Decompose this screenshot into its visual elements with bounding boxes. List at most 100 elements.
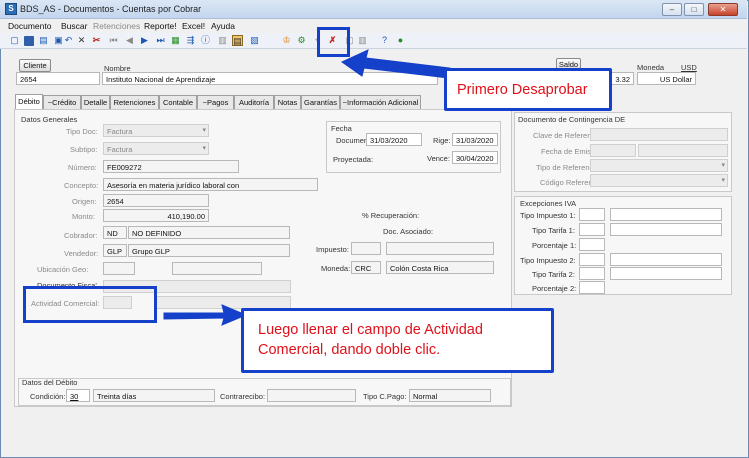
datos-generales-title: Datos Generales <box>21 115 78 124</box>
tab-notas[interactable]: Notas <box>274 95 301 109</box>
chevron-down-icon: ▾ <box>202 145 206 152</box>
menu-reporte[interactable]: Reporte! <box>144 21 177 31</box>
columns-icon[interactable]: ▥ <box>357 35 368 46</box>
tipo-tarifa-2-label: Tipo Tarifa 2: <box>532 270 575 279</box>
tab-debito[interactable]: Débito <box>15 94 43 110</box>
tab-auditoria[interactable]: Auditoría <box>234 95 274 109</box>
first-record-icon[interactable]: ⏮ <box>108 35 119 46</box>
tipo-impuesto-2-code-field[interactable] <box>579 253 605 266</box>
maximize-button[interactable]: □ <box>684 3 704 16</box>
cobrador-code-field[interactable]: ND <box>103 226 127 239</box>
tab-informacion-adicional[interactable]: ~Información Adicional <box>340 95 421 109</box>
grid-icon[interactable]: ▥ <box>217 35 228 46</box>
tools-icon[interactable]: ✂ <box>91 35 102 46</box>
exit-icon[interactable]: ● <box>395 35 406 46</box>
info-icon[interactable]: ⓘ <box>200 35 211 46</box>
cobrador-name-field: NO DEFINIDO <box>128 226 290 239</box>
annotation-arrow-primero <box>341 49 451 79</box>
origen-field[interactable]: 2654 <box>103 194 209 207</box>
condicion-code-field[interactable]: 30 <box>66 389 90 402</box>
codigo-referencia-select[interactable]: ▾ <box>590 174 728 187</box>
fecha-title: Fecha <box>331 124 352 133</box>
tipo-tarifa-2-code-field[interactable] <box>579 267 605 280</box>
contrarecibo-field[interactable] <box>267 389 356 402</box>
approve-icon[interactable]: ♔ <box>281 35 292 46</box>
tab-garantias[interactable]: Garantías <box>301 95 340 109</box>
impuesto-code-field[interactable] <box>351 242 381 255</box>
contingencia-title: Documento de Contingencia DE <box>518 115 626 124</box>
tipo-tarifa-1-code-field[interactable] <box>579 223 605 236</box>
callout-primero-desaprobar: Primero Desaprobar <box>444 68 612 111</box>
tipo-tarifa-2-name-field <box>610 267 722 280</box>
close-button[interactable]: ✕ <box>708 3 738 16</box>
moneda-label: Moneda: <box>321 264 351 273</box>
tab-pagos[interactable]: ~Pagos <box>197 95 234 109</box>
vendedor-name-field: Grupo GLP <box>128 244 290 257</box>
filter-icon[interactable]: ⇶ <box>185 35 196 46</box>
cliente-button[interactable]: Cliente <box>19 59 51 72</box>
numero-field[interactable]: FE009272 <box>103 160 239 173</box>
previous-record-icon[interactable]: ◀ <box>124 35 135 46</box>
tipo-impuesto-1-code-field[interactable] <box>579 208 605 221</box>
chevron-down-icon: ▾ <box>202 127 206 134</box>
menu-documento[interactable]: Documento <box>8 21 51 31</box>
new-document-icon[interactable]: ▢ <box>9 35 20 46</box>
cliente-field[interactable]: 2654 <box>16 72 100 85</box>
ubicacion-geo-code-field[interactable] <box>103 262 135 275</box>
porcentaje-1-field[interactable] <box>579 238 605 251</box>
vendedor-code-field[interactable]: GLP <box>103 244 127 257</box>
last-record-icon[interactable]: ⏭ <box>155 35 166 46</box>
tab-contable[interactable]: Contable <box>159 95 197 109</box>
process-icon[interactable]: ⚙ <box>296 35 307 46</box>
subtipo-value: Factura <box>107 145 133 154</box>
tipo-impuesto-2-name-field <box>610 253 722 266</box>
porcentaje-2-field[interactable] <box>579 281 605 294</box>
actividad-comercial-highlight-box <box>23 286 157 323</box>
tipo-tarifa-1-name-field <box>610 223 722 236</box>
callout-luego-text: Luego llenar el campo de Actividad Comer… <box>258 322 483 358</box>
next-record-icon[interactable]: ▶ <box>139 35 150 46</box>
tab-credito[interactable]: ~Crédito <box>43 95 81 109</box>
tab-retenciones[interactable]: Retenciones <box>110 95 159 109</box>
concepto-field[interactable]: Asesoría en materia jurídico laboral con <box>103 178 318 191</box>
fecha-emision-time-field[interactable] <box>638 144 728 157</box>
rige-label: Rige: <box>433 136 451 145</box>
attach-icon[interactable]: ▧ <box>249 35 260 46</box>
tab-detalle[interactable]: Detalle <box>81 95 110 109</box>
tipo-doc-value: Factura <box>107 127 133 136</box>
menu-ayuda[interactable]: Ayuda <box>211 21 235 31</box>
app-logo-icon: S <box>5 3 17 15</box>
tipo-referencia-select[interactable]: ▾ <box>590 159 728 172</box>
monto-label: Monto: <box>72 212 95 221</box>
subtipo-select[interactable]: Factura ▾ <box>103 142 209 155</box>
tipo-pago-field[interactable]: Normal <box>409 389 491 402</box>
minimize-button[interactable]: – <box>662 3 682 16</box>
monto-field[interactable]: 410,190.00 <box>103 209 209 222</box>
save-icon[interactable] <box>24 36 34 46</box>
chevron-down-icon: ▾ <box>721 177 725 184</box>
fecha-documento-field[interactable]: 31/03/2020 <box>366 133 422 146</box>
form-view-icon[interactable]: ▤ <box>232 35 243 46</box>
impuesto-label: Impuesto: <box>316 245 349 254</box>
tipo-impuesto-2-label: Tipo Impuesto 2: <box>520 256 576 265</box>
subtipo-label: Subtipo: <box>70 145 98 154</box>
vence-field[interactable]: 30/04/2020 <box>452 151 498 164</box>
undo-icon[interactable]: ↶ <box>63 35 74 46</box>
print-icon[interactable]: ▤ <box>38 35 49 46</box>
export-icon[interactable]: ▦ <box>170 35 181 46</box>
menu-retenciones[interactable]: Retenciones <box>93 21 140 31</box>
menu-buscar[interactable]: Buscar <box>61 21 87 31</box>
origen-label: Origen: <box>72 197 97 206</box>
moneda-header-label: Moneda <box>637 63 665 72</box>
help-icon[interactable]: ? <box>379 35 390 46</box>
menu-excel[interactable]: Excel! <box>182 21 205 31</box>
delete-icon[interactable]: ✕ <box>76 35 87 46</box>
numero-label: Número: <box>68 163 97 172</box>
moneda-code-field[interactable]: CRC <box>351 261 381 274</box>
vence-label: Vence: <box>427 154 450 163</box>
tipo-doc-select[interactable]: Factura ▾ <box>103 124 209 137</box>
clave-referencia-field[interactable] <box>590 128 728 141</box>
porcentaje-1-label: Porcentaje 1: <box>532 241 577 250</box>
rige-field[interactable]: 31/03/2020 <box>452 133 498 146</box>
fecha-emision-field[interactable] <box>590 144 636 157</box>
